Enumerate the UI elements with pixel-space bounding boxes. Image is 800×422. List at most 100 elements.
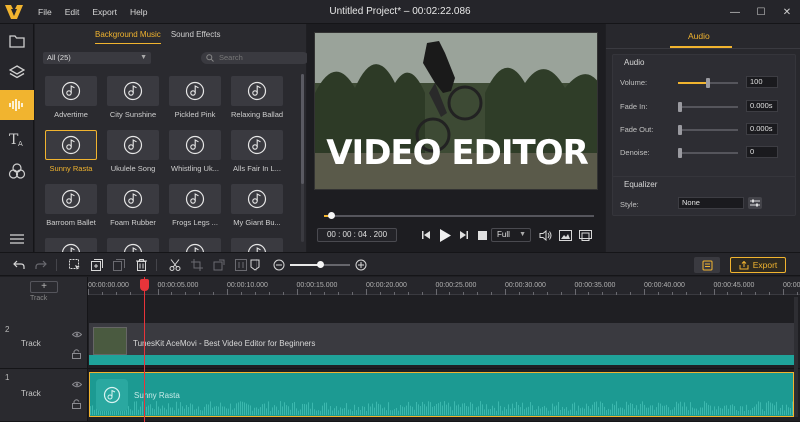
track-2-visibility-icon[interactable] <box>72 331 82 338</box>
timeline-ruler[interactable]: 00:00:00.000 00:00:05.000 00:00:10.000 00:0… <box>88 277 800 295</box>
effects-icon[interactable] <box>0 156 34 186</box>
video-preview[interactable]: VIDEO EDITOR <box>314 32 598 190</box>
text-icon[interactable]: TA <box>0 124 34 154</box>
timeline-scrollbar[interactable] <box>794 297 798 417</box>
minimize-icon[interactable]: — <box>722 0 748 24</box>
voiceover-button[interactable] <box>694 257 720 273</box>
media-scrollbar[interactable] <box>301 74 304 242</box>
menu-file[interactable]: File <box>38 7 52 17</box>
track-1-visibility-icon[interactable] <box>72 381 82 388</box>
tab-audio[interactable]: Audio <box>688 31 710 45</box>
media-folder-icon[interactable] <box>0 26 34 56</box>
fade-in-field[interactable]: 0.000s <box>746 100 778 112</box>
equalizer-style-select[interactable]: None <box>678 197 744 209</box>
music-item[interactable] <box>169 184 221 214</box>
music-item[interactable] <box>231 184 283 214</box>
audio-wave-icon[interactable] <box>0 90 34 120</box>
audio-clip[interactable]: Sunny Rasta <box>89 372 795 417</box>
waveform-bar <box>230 403 231 415</box>
split-scissors-icon[interactable] <box>168 258 182 272</box>
music-item[interactable] <box>45 130 97 160</box>
waveform-bar <box>476 407 477 415</box>
playback-progress-bar[interactable] <box>324 212 594 219</box>
next-frame-icon[interactable] <box>457 228 471 242</box>
waveform-bar <box>782 404 783 415</box>
waveform-bar <box>786 404 787 415</box>
media-scrollbar-thumb[interactable] <box>301 74 304 184</box>
music-item[interactable] <box>107 130 159 160</box>
category-filter-dropdown[interactable]: All (25) ▼ <box>43 52 151 64</box>
volume-field[interactable]: 100 <box>746 76 778 88</box>
menu-edit[interactable]: Edit <box>65 7 80 17</box>
marker-icon[interactable] <box>248 258 262 272</box>
fade-out-field[interactable]: 0.000s <box>746 123 778 135</box>
close-icon[interactable]: ✕ <box>774 0 800 24</box>
waveform-bar <box>140 406 141 415</box>
denoise-slider[interactable] <box>678 148 738 158</box>
add-clip-icon[interactable] <box>90 258 104 272</box>
zoom-out-icon[interactable] <box>272 258 286 272</box>
fade-out-slider-knob[interactable] <box>678 125 682 135</box>
track-2-lock-icon[interactable] <box>72 349 81 359</box>
volume-slider-knob[interactable] <box>706 78 710 88</box>
waveform-bar <box>484 409 485 415</box>
stop-icon[interactable] <box>475 228 489 242</box>
fade-out-slider[interactable] <box>678 125 738 135</box>
rotate-icon[interactable] <box>212 258 226 272</box>
menu-export[interactable]: Export <box>92 7 117 17</box>
undo-icon[interactable] <box>12 258 26 272</box>
menu-help[interactable]: Help <box>130 7 147 17</box>
copy-icon[interactable] <box>112 258 126 272</box>
play-icon[interactable] <box>437 228 453 242</box>
crop-icon[interactable] <box>190 258 204 272</box>
delete-icon[interactable] <box>134 258 148 272</box>
denoise-slider-knob[interactable] <box>678 148 682 158</box>
timeline-zoom-slider[interactable] <box>290 261 350 268</box>
music-item[interactable] <box>107 184 159 214</box>
music-item[interactable] <box>45 76 97 106</box>
track-1-number: 1 <box>5 373 10 382</box>
search-input[interactable]: Search <box>201 52 309 64</box>
preview-zoom-select[interactable]: Full ▼ <box>491 228 531 242</box>
playhead-handle[interactable] <box>140 279 149 291</box>
progress-knob[interactable] <box>327 212 335 219</box>
zoom-in-icon[interactable] <box>354 258 368 272</box>
music-item[interactable] <box>169 130 221 160</box>
redo-icon[interactable] <box>34 258 48 272</box>
waveform-bar <box>682 406 683 415</box>
fullscreen-icon[interactable] <box>577 228 593 242</box>
volume-slider[interactable] <box>678 78 738 88</box>
equalizer-settings-icon[interactable] <box>748 197 762 209</box>
snapshot-icon[interactable] <box>557 228 573 242</box>
ruler-tick-mark <box>796 292 798 295</box>
transitions-icon[interactable] <box>0 224 34 254</box>
export-button[interactable]: Export <box>730 257 786 273</box>
timeline-zoom-knob[interactable] <box>317 261 324 268</box>
music-item[interactable] <box>231 76 283 106</box>
denoise-field[interactable]: 0 <box>746 146 778 158</box>
waveform-bar <box>684 402 685 415</box>
fade-in-slider-knob[interactable] <box>678 102 682 112</box>
tab-sound-effects[interactable]: Sound Effects <box>171 30 221 44</box>
track-1-lock-icon[interactable] <box>72 399 81 409</box>
waveform-bar <box>530 402 531 415</box>
music-item[interactable] <box>231 130 283 160</box>
fade-in-slider[interactable] <box>678 102 738 112</box>
waveform-bar <box>320 410 321 415</box>
playhead[interactable] <box>140 277 149 422</box>
previous-frame-icon[interactable] <box>419 228 433 242</box>
music-item[interactable] <box>169 76 221 106</box>
ruler-tick-mark <box>213 292 215 295</box>
maximize-icon[interactable]: ☐ <box>748 0 774 24</box>
waveform-bar <box>662 405 663 415</box>
video-clip[interactable]: TunesKit AceMovi - Best Video Editor for… <box>89 323 794 365</box>
layers-icon[interactable] <box>0 58 34 88</box>
music-item[interactable] <box>107 76 159 106</box>
volume-icon[interactable] <box>537 228 553 242</box>
tab-background-music[interactable]: Background Music <box>95 30 161 44</box>
music-item[interactable] <box>45 184 97 214</box>
select-tool-icon[interactable] <box>68 258 82 272</box>
freeze-icon[interactable] <box>234 258 248 272</box>
add-track-button[interactable]: + <box>30 281 58 293</box>
waveform-bar <box>296 408 297 415</box>
